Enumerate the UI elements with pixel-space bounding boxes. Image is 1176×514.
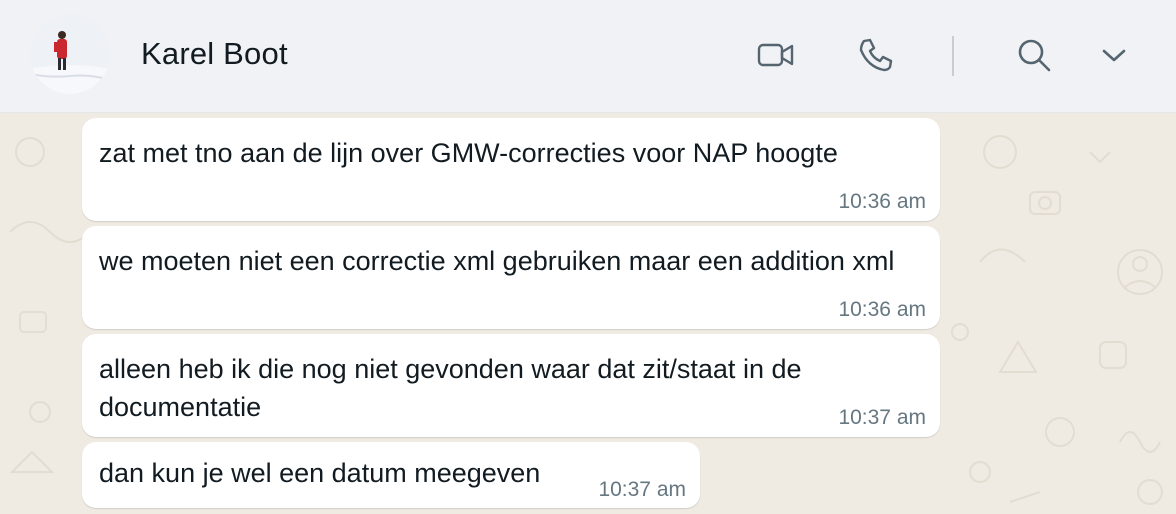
message-text: dan kun je wel een datum meegeven xyxy=(99,458,541,488)
avatar[interactable] xyxy=(30,14,110,94)
message-bubble[interactable]: zat met tno aan de lijn over GMW-correct… xyxy=(82,118,940,221)
message-text: alleen heb ik die nog niet gevonden waar… xyxy=(99,354,802,422)
header-divider xyxy=(952,36,954,76)
message-text: we moeten niet een correctie xml gebruik… xyxy=(99,246,895,276)
video-call-icon[interactable] xyxy=(754,33,798,77)
avatar-photo xyxy=(30,14,110,94)
search-icon[interactable] xyxy=(1012,33,1056,77)
chevron-down-icon[interactable] xyxy=(1092,33,1136,77)
voice-call-icon[interactable] xyxy=(854,33,898,77)
message-bubble[interactable]: we moeten niet een correctie xml gebruik… xyxy=(82,226,940,329)
message-text: zat met tno aan de lijn over GMW-correct… xyxy=(99,138,838,168)
contact-name[interactable]: Karel Boot xyxy=(141,36,288,72)
message-bubble[interactable]: dan kun je wel een datum meegeven 10:37 … xyxy=(82,442,700,508)
message-time: 10:36 am xyxy=(838,190,926,213)
message-time: 10:37 am xyxy=(598,478,686,501)
message-time: 10:37 am xyxy=(838,406,926,429)
message-time: 10:36 am xyxy=(838,298,926,321)
message-list[interactable]: zat met tno aan de lijn over GMW-correct… xyxy=(0,112,1176,514)
message-bubble[interactable]: alleen heb ik die nog niet gevonden waar… xyxy=(82,334,940,437)
chat-header: Karel Boot xyxy=(0,0,1176,113)
